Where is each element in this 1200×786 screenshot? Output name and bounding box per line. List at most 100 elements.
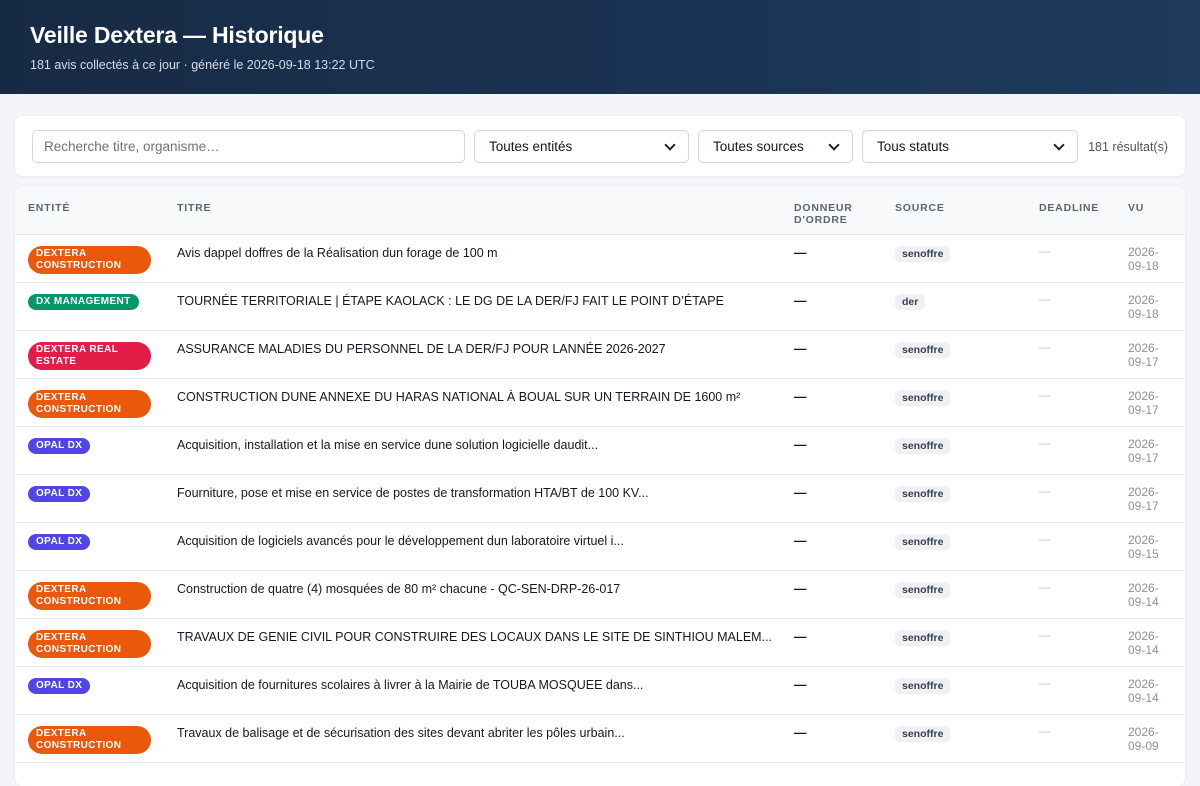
table-row[interactable]: DEXTERA CONSTRUCTION Travaux de balisage… (15, 715, 1185, 763)
row-seen-date: 2026- 09-14 (1128, 677, 1168, 705)
row-deadline: — (1039, 244, 1051, 258)
row-seen-date: 2026- 09-14 (1128, 581, 1168, 609)
source-badge: senoffre (895, 678, 951, 694)
table-row[interactable]: OPAL DX Fourniture, pose et mise en serv… (15, 475, 1185, 523)
source-select-value: Toutes sources (713, 139, 804, 154)
row-title[interactable]: TOURNÉE TERRITORIALE | ÉTAPE KAOLACK : L… (177, 294, 724, 308)
row-deadline: — (1039, 484, 1051, 498)
seen-date-line-1: 2026- (1128, 581, 1159, 595)
row-title[interactable]: Avis dappel doffres de la Réalisation du… (177, 246, 498, 260)
source-badge: senoffre (895, 726, 951, 742)
source-badge: senoffre (895, 534, 951, 550)
table-row[interactable]: DEXTERA CONSTRUCTION Construction de qua… (15, 571, 1185, 619)
table-row[interactable]: DEXTERA REAL ESTATE ASSURANCE MALADIES D… (15, 331, 1185, 379)
table-row[interactable]: OPAL DX Acquisition de logiciels avancés… (15, 523, 1185, 571)
row-donor: — (794, 678, 807, 692)
seen-date-line-2: 09-17 (1128, 403, 1159, 417)
row-title[interactable]: TRAVAUX DE GENIE CIVIL POUR CONSTRUIRE D… (177, 630, 772, 644)
entity-badge: OPAL DX (28, 486, 91, 502)
row-title[interactable]: ASSURANCE MALADIES DU PERSONNEL DE LA DE… (177, 342, 666, 356)
seen-date-line-2: 09-09 (1128, 739, 1159, 753)
seen-date-line-1: 2026- (1128, 293, 1159, 307)
source-badge: der (895, 294, 926, 310)
row-title[interactable]: Acquisition, installation et la mise en … (177, 438, 598, 452)
entity-badge: DEXTERA CONSTRUCTION (28, 630, 151, 658)
row-title[interactable]: Fourniture, pose et mise en service de p… (177, 486, 649, 500)
entity-badge: DEXTERA CONSTRUCTION (28, 246, 151, 274)
page-header: Veille Dextera — Historique 181 avis col… (0, 0, 1200, 94)
chevron-down-icon (828, 138, 840, 151)
page-title: Veille Dextera — Historique (30, 22, 324, 48)
column-header-title[interactable]: TITRE (177, 202, 211, 214)
entity-badge: DX MANAGEMENT (28, 294, 139, 310)
row-title[interactable]: Travaux de balisage et de sécurisation d… (177, 726, 625, 740)
row-title[interactable]: CONSTRUCTION DUNE ANNEXE DU HARAS NATION… (177, 390, 740, 404)
column-header-donor[interactable]: DONNEUR D'ORDRE (794, 202, 866, 226)
source-badge: senoffre (895, 246, 951, 262)
row-deadline: — (1039, 676, 1051, 690)
entity-badge: OPAL DX (28, 678, 91, 694)
seen-date-line-2: 09-18 (1128, 307, 1159, 321)
seen-date-line-1: 2026- (1128, 245, 1159, 259)
seen-date-line-1: 2026- (1128, 725, 1159, 739)
entity-badge: DEXTERA REAL ESTATE (28, 342, 151, 370)
entity-select-value: Toutes entités (489, 139, 573, 154)
row-seen-date: 2026- 09-17 (1128, 485, 1168, 513)
chevron-down-icon (1053, 138, 1065, 151)
result-count: 181 résultat(s) (1088, 140, 1168, 154)
row-donor: — (794, 630, 807, 644)
row-donor: — (794, 582, 807, 596)
table-row[interactable]: OPAL DX Acquisition, installation et la … (15, 427, 1185, 475)
column-header-entity[interactable]: ENTITÉ (28, 202, 70, 214)
row-deadline: — (1039, 724, 1051, 738)
table-row[interactable]: DX MANAGEMENT TOURNÉE TERRITORIALE | ÉTA… (15, 283, 1185, 331)
seen-date-line-2: 09-18 (1128, 259, 1159, 273)
row-donor: — (794, 390, 807, 404)
row-deadline: — (1039, 580, 1051, 594)
table-row[interactable]: OPAL DX Acquisition de fournitures scola… (15, 667, 1185, 715)
status-select-value: Tous statuts (877, 139, 950, 154)
column-header-deadline[interactable]: DEADLINE (1039, 202, 1099, 214)
row-donor: — (794, 342, 807, 356)
row-title[interactable]: Construction de quatre (4) mosquées de 8… (177, 582, 620, 596)
entity-select[interactable]: Toutes entités (474, 130, 689, 163)
row-seen-date: 2026- 09-15 (1128, 533, 1168, 561)
results-table: ENTITÉ TITRE DONNEUR D'ORDRE SOURCE DEAD… (15, 186, 1185, 786)
row-seen-date: 2026- 09-14 (1128, 629, 1168, 657)
row-donor: — (794, 246, 807, 260)
search-input[interactable] (32, 130, 465, 163)
entity-badge: DEXTERA CONSTRUCTION (28, 582, 151, 610)
table-row[interactable]: DEXTERA CONSTRUCTION Avis dappel doffres… (15, 235, 1185, 283)
seen-date-line-1: 2026- (1128, 341, 1159, 355)
row-deadline: — (1039, 628, 1051, 642)
row-donor: — (794, 726, 807, 740)
row-deadline: — (1039, 388, 1051, 402)
seen-date-line-1: 2026- (1128, 485, 1159, 499)
seen-date-line-1: 2026- (1128, 677, 1159, 691)
table-row[interactable]: DEXTERA CONSTRUCTION CONSTRUCTION DUNE A… (15, 379, 1185, 427)
row-deadline: — (1039, 436, 1051, 450)
row-deadline: — (1039, 340, 1051, 354)
table-row[interactable]: DEXTERA CONSTRUCTION TRAVAUX DE GENIE CI… (15, 619, 1185, 667)
status-select[interactable]: Tous statuts (862, 130, 1078, 163)
entity-badge: DEXTERA CONSTRUCTION (28, 390, 151, 418)
row-donor: — (794, 438, 807, 452)
row-seen-date: 2026- 09-18 (1128, 293, 1168, 321)
column-header-seen[interactable]: VU (1128, 202, 1144, 214)
row-title[interactable]: Acquisition de logiciels avancés pour le… (177, 534, 624, 548)
seen-date-line-2: 09-14 (1128, 595, 1159, 609)
row-donor: — (794, 534, 807, 548)
seen-date-line-2: 09-17 (1128, 355, 1159, 369)
row-seen-date: 2026- 09-18 (1128, 245, 1168, 273)
source-badge: senoffre (895, 630, 951, 646)
table-body: DEXTERA CONSTRUCTION Avis dappel doffres… (15, 235, 1185, 763)
seen-date-line-1: 2026- (1128, 629, 1159, 643)
table-header: ENTITÉ TITRE DONNEUR D'ORDRE SOURCE DEAD… (15, 186, 1185, 235)
column-header-source[interactable]: SOURCE (895, 202, 945, 214)
seen-date-line-1: 2026- (1128, 389, 1159, 403)
row-title[interactable]: Acquisition de fournitures scolaires à l… (177, 678, 643, 692)
seen-date-line-2: 09-15 (1128, 547, 1159, 561)
seen-date-line-2: 09-17 (1128, 451, 1159, 465)
source-select[interactable]: Toutes sources (698, 130, 853, 163)
row-deadline: — (1039, 532, 1051, 546)
